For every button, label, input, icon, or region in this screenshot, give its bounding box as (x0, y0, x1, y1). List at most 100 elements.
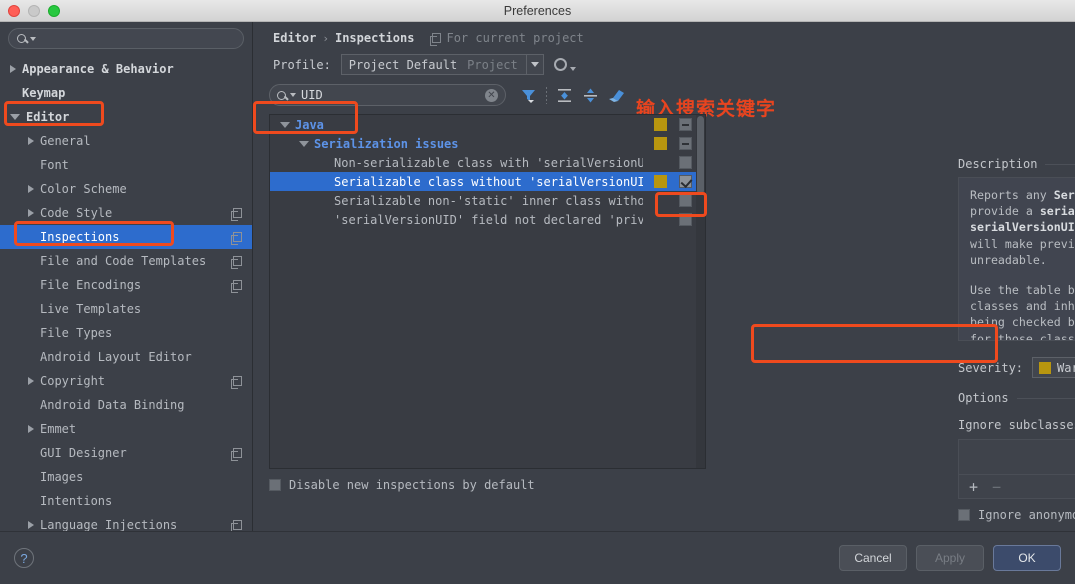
chevron-down-icon[interactable] (299, 140, 309, 147)
sidebar-item-live-templates[interactable]: Live Templates (0, 297, 252, 321)
chevron-right-icon[interactable] (10, 65, 16, 73)
sidebar-item-file-and-code-templates[interactable]: File and Code Templates (0, 249, 252, 273)
chevron-right-icon[interactable] (28, 209, 34, 217)
disable-new-inspections-checkbox[interactable] (269, 479, 281, 491)
footer-buttons: Cancel Apply OK (839, 545, 1061, 571)
chevron-down-icon[interactable] (280, 121, 290, 128)
inspection-row-label: Serializable class without 'serialVersio… (334, 174, 643, 189)
sidebar-item-inspections[interactable]: Inspections (0, 225, 252, 249)
help-icon[interactable]: ? (14, 548, 34, 568)
resize-grip[interactable]: ····· (958, 341, 1075, 350)
collapse-all-icon[interactable] (582, 87, 599, 104)
sidebar-item-label: General (40, 134, 91, 148)
inspection-enabled-checkbox[interactable] (679, 118, 692, 131)
inspection-enabled-checkbox[interactable] (679, 194, 692, 207)
profile-label: Profile: (273, 57, 331, 72)
sidebar-search-input[interactable] (38, 31, 235, 46)
inspection-enabled-checkbox[interactable] (679, 175, 692, 188)
copy-icon (231, 256, 242, 269)
inspection-row[interactable]: Non-serializable class with 'serialVersi… (270, 153, 705, 172)
sidebar-item-general[interactable]: General (0, 129, 252, 153)
sidebar-item-label: Live Templates (40, 302, 142, 316)
inspection-row[interactable]: Serializable class without 'serialVersio… (270, 172, 705, 191)
description-text: Reports any Serializable classes which d… (958, 177, 1075, 341)
ignore-subclasses-table[interactable]: Nothing to show (958, 439, 1075, 475)
sidebar-item-gui-designer[interactable]: GUI Designer (0, 441, 252, 465)
ignore-anonymous-checkbox[interactable] (958, 509, 970, 521)
sidebar-item-keymap[interactable]: Keymap (0, 81, 252, 105)
reset-eraser-icon[interactable] (608, 87, 625, 104)
cancel-button[interactable]: Cancel (839, 545, 907, 571)
profile-settings-button[interactable] (553, 58, 576, 71)
breadcrumb-separator: › (322, 31, 329, 45)
chevron-right-icon[interactable] (28, 521, 34, 529)
ignore-subclasses-header: Ignore subclasses of (958, 418, 1075, 432)
description-paragraph-1: Reports any Serializable classes which d… (970, 187, 1075, 268)
sidebar-item-code-style[interactable]: Code Style (0, 201, 252, 225)
expand-all-icon[interactable] (556, 87, 573, 104)
sidebar-item-intentions[interactable]: Intentions (0, 489, 252, 513)
inspection-enabled-checkbox[interactable] (679, 213, 692, 226)
ok-button[interactable]: OK (993, 545, 1061, 571)
copy-icon (231, 232, 242, 245)
severity-color-swatch (1039, 361, 1052, 374)
desc-p1-b3: serialVersionUID (970, 220, 1075, 235)
inspection-search[interactable]: ✕ (269, 84, 506, 106)
inspection-row-label: Non-serializable class with 'serialVersi… (334, 155, 643, 170)
inspection-enabled-checkbox[interactable] (679, 137, 692, 150)
breadcrumb-root[interactable]: Editor (273, 31, 316, 45)
sidebar-search[interactable] (8, 28, 244, 49)
clear-icon[interactable]: ✕ (485, 88, 498, 102)
inspection-row[interactable]: Serialization issues (270, 134, 705, 153)
profile-hint: Project (467, 57, 518, 72)
description-header: Description (958, 157, 1075, 171)
inspection-row[interactable]: 'serialVersionUID' field not declared 'p… (270, 210, 705, 229)
copy-icon (231, 208, 242, 221)
sidebar-item-label: Images (40, 470, 84, 484)
inspection-tree-scrollbar[interactable] (696, 115, 705, 468)
sidebar-item-appearance-behavior[interactable]: Appearance & Behavior (0, 57, 252, 81)
copy-icon (231, 376, 242, 389)
chevron-down-icon (569, 67, 576, 71)
severity-combo[interactable]: Warning (1032, 357, 1075, 378)
sidebar-item-font[interactable]: Font (0, 153, 252, 177)
sidebar-item-android-layout-editor[interactable]: Android Layout Editor (0, 345, 252, 369)
inspection-tree[interactable]: Java Serialization issues Non-serializable… (269, 114, 706, 469)
add-button[interactable]: + (969, 478, 978, 496)
sidebar-item-color-scheme[interactable]: Color Scheme (0, 177, 252, 201)
sidebar-item-label: Editor (26, 110, 70, 124)
sidebar-item-copyright[interactable]: Copyright (0, 369, 252, 393)
sidebar-item-file-encodings[interactable]: File Encodings (0, 273, 252, 297)
chevron-down-icon (290, 93, 296, 97)
inspection-row[interactable]: Java (270, 115, 705, 134)
sidebar-item-label: GUI Designer (40, 446, 127, 460)
filter-icon[interactable] (520, 87, 537, 104)
sidebar-item-file-types[interactable]: File Types (0, 321, 252, 345)
chevron-right-icon[interactable] (28, 137, 34, 145)
sidebar-item-emmet[interactable]: Emmet (0, 417, 252, 441)
inspection-search-input[interactable] (301, 88, 483, 102)
sidebar-item-language-injections[interactable]: Language Injections (0, 513, 252, 531)
sidebar-item-label: Intentions (40, 494, 113, 508)
chevron-right-icon[interactable] (28, 425, 34, 433)
profile-combo[interactable]: Project Default Project (340, 54, 544, 75)
chevron-down-icon (530, 62, 539, 67)
breadcrumb-current: Inspections (334, 31, 415, 45)
disable-new-inspections-row[interactable]: Disable new inspections by default (269, 478, 1075, 492)
chevron-right-icon[interactable] (28, 185, 34, 193)
sidebar-item-editor[interactable]: Editor (0, 105, 252, 129)
profile-value: Project Default (348, 57, 458, 72)
sidebar-item-android-data-binding[interactable]: Android Data Binding (0, 393, 252, 417)
chevron-right-icon[interactable] (28, 377, 34, 385)
inspection-row[interactable]: Serializable non-'static' inner class wi… (270, 191, 705, 210)
sidebar-item-label: Copyright (40, 374, 106, 388)
chevron-down-icon[interactable] (10, 114, 20, 120)
profile-combo-arrow[interactable] (525, 55, 543, 74)
scrollbar-thumb[interactable] (697, 116, 704, 194)
ignore-anonymous-row[interactable]: Ignore anonymous inner classes (958, 508, 1075, 522)
inspection-enabled-checkbox[interactable] (679, 156, 692, 169)
sidebar-item-label: Android Layout Editor (40, 350, 192, 364)
ignore-anonymous-label: Ignore anonymous inner classes (978, 508, 1075, 522)
sidebar-item-images[interactable]: Images (0, 465, 252, 489)
ignore-subclasses-label: Ignore subclasses of (958, 418, 1075, 432)
